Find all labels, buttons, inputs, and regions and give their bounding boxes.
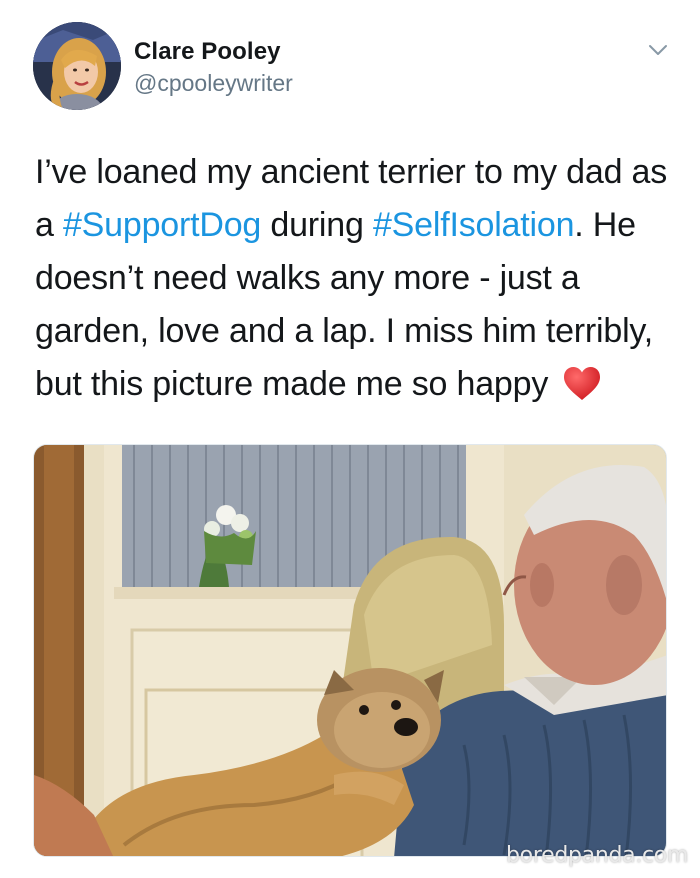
watermark: boredpanda.com [506,843,689,868]
chevron-down-icon[interactable] [646,38,670,62]
author-avatar[interactable] [33,22,121,110]
tweet-card: Clare Pooley @cpooleywriter I’ve loaned … [0,0,700,878]
author-handle[interactable]: @cpooleywriter [134,70,293,97]
hashtag-link-supportdog[interactable]: #SupportDog [63,206,261,244]
red-heart-icon [563,365,601,401]
author-display-name[interactable]: Clare Pooley [134,38,281,66]
photo-man-with-dog [34,445,666,856]
avatar-photo [33,22,121,110]
tweet-text: I’ve loaned my ancient terrier to my dad… [35,146,675,411]
tweet-photo[interactable] [33,444,667,857]
tweet-text-segment: during [261,206,373,244]
hashtag-link-selfisolation[interactable]: #SelfIsolation [373,206,575,244]
